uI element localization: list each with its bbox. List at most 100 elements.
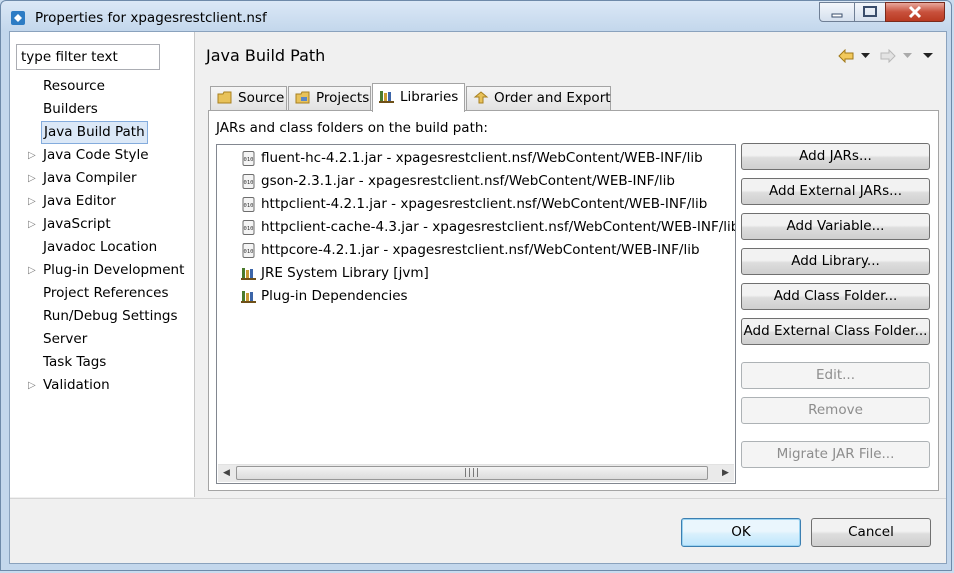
tab-source[interactable]: Source xyxy=(210,86,287,111)
expand-arrow-icon[interactable]: ▷ xyxy=(28,144,38,167)
library-entry-label: httpcore-4.2.1.jar - xpagesrestclient.ns… xyxy=(261,242,700,258)
nav-item[interactable]: Javadoc Location xyxy=(10,236,194,259)
nav-item-label: Java Editor xyxy=(43,193,116,209)
cancel-button[interactable]: Cancel xyxy=(811,518,931,547)
add-external-jars-button[interactable]: Add External JARs... xyxy=(741,178,930,205)
close-icon xyxy=(908,5,922,19)
nav-item-label: Builders xyxy=(43,101,98,117)
library-entry-label: httpclient-4.2.1.jar - xpagesrestclient.… xyxy=(261,196,708,212)
nav-item-label: Project References xyxy=(43,285,169,301)
tab-label: Projects xyxy=(316,90,370,106)
add-variable-button[interactable]: Add Variable... xyxy=(741,213,930,240)
nav-tree: Resource Builders Java Build Path ▷ Java Cod… xyxy=(10,75,194,397)
library-list[interactable]: Plug-in Dependencies JRE System Library [… xyxy=(216,144,736,484)
library-icon xyxy=(241,266,256,281)
projects-icon xyxy=(295,91,310,104)
horizontal-scrollbar[interactable]: ◀ |||| ▶ xyxy=(218,464,734,482)
forward-arrow-icon[interactable] xyxy=(880,49,896,63)
svg-text:010: 010 xyxy=(244,226,254,232)
scroll-right-icon[interactable]: ▶ xyxy=(717,465,734,482)
expand-arrow-icon[interactable]: ▷ xyxy=(28,167,38,190)
app-icon xyxy=(11,11,25,25)
jar-icon: 010 xyxy=(241,197,256,212)
nav-item[interactable]: ▷ Validation xyxy=(10,374,194,397)
library-entry-label: JRE System Library [jvm] xyxy=(261,265,429,281)
expand-arrow-icon[interactable]: ▷ xyxy=(28,213,38,236)
source-folder-icon xyxy=(217,91,232,104)
tab-libraries[interactable]: Libraries xyxy=(372,83,465,112)
tab-projects[interactable]: Projects xyxy=(288,86,371,111)
nav-item[interactable]: ▷ Plug-in Development xyxy=(10,259,194,282)
back-dropdown-icon[interactable] xyxy=(861,53,870,59)
nav-item-label: Java Compiler xyxy=(43,170,137,186)
add-class-folder-button[interactable]: Add Class Folder... xyxy=(741,283,930,310)
nav-item[interactable]: Server xyxy=(10,328,194,351)
page-title: Java Build Path xyxy=(206,46,326,65)
expand-arrow-icon[interactable]: ▷ xyxy=(28,190,38,213)
remove-button[interactable]: Remove xyxy=(741,397,930,424)
order-export-icon xyxy=(473,91,489,104)
nav-item-label: Java Code Style xyxy=(43,147,149,163)
library-entry-label: gson-2.3.1.jar - xpagesrestclient.nsf/We… xyxy=(261,173,675,189)
nav-item-label: Java Build Path xyxy=(41,121,148,144)
nav-item-label: Plug-in Development xyxy=(43,262,185,278)
add-external-class-folder-button[interactable]: Add External Class Folder... xyxy=(741,318,930,345)
jar-icon: 010 xyxy=(241,151,256,166)
nav-item[interactable]: ▷ Java Code Style xyxy=(10,144,194,167)
add-jars-button[interactable]: Add JARs... xyxy=(741,143,930,170)
svg-text:010: 010 xyxy=(244,249,254,255)
libraries-label: JARs and class folders on the build path… xyxy=(216,120,488,136)
jar-icon: 010 xyxy=(241,174,256,189)
migrate-jar-button[interactable]: Migrate JAR File... xyxy=(741,441,930,468)
expand-arrow-icon[interactable]: ▷ xyxy=(28,259,38,282)
library-entry-label: httpclient-cache-4.3.jar - xpagesrestcli… xyxy=(261,219,736,235)
close-button[interactable] xyxy=(885,2,945,22)
nav-item-label: Server xyxy=(43,331,88,347)
libraries-icon xyxy=(379,91,394,103)
libraries-panel: JARs and class folders on the build path… xyxy=(208,110,939,491)
nav-item[interactable]: Run/Debug Settings xyxy=(10,305,194,328)
nav-item-label: JavaScript xyxy=(43,216,111,232)
tab-order-and-export[interactable]: Order and Export xyxy=(466,86,611,111)
preference-nav: ResourceBuildersJava Build Path▷Java Cod… xyxy=(10,32,195,497)
nav-item[interactable]: Java Build Path xyxy=(10,121,194,144)
dialog-client-area: ResourceBuildersJava Build Path▷Java Cod… xyxy=(9,31,947,564)
maximize-button[interactable] xyxy=(854,2,886,22)
footer-separator xyxy=(10,498,946,499)
scroll-thumb[interactable]: |||| xyxy=(236,466,708,480)
scroll-left-icon[interactable]: ◀ xyxy=(218,465,235,482)
title-bar[interactable]: Properties for xpagesrestclient.nsf xyxy=(1,1,951,31)
minimize-button[interactable] xyxy=(819,2,855,22)
expand-arrow-icon[interactable]: ▷ xyxy=(28,374,38,397)
tab-label: Order and Export xyxy=(494,90,611,106)
library-entry-label: fluent-hc-4.2.1.jar - xpagesrestclient.n… xyxy=(261,150,703,166)
nav-item-label: Resource xyxy=(43,78,105,94)
add-library-button[interactable]: Add Library... xyxy=(741,248,930,275)
nav-item-label: Javadoc Location xyxy=(43,239,158,255)
nav-item[interactable]: Project References xyxy=(10,282,194,305)
properties-window: Properties for xpagesrestclient.nsf Reso… xyxy=(0,0,952,571)
jar-icon: 010 xyxy=(241,243,256,258)
nav-item[interactable]: ▷ Java Editor xyxy=(10,190,194,213)
nav-item-label: Run/Debug Settings xyxy=(43,308,178,324)
library-icon xyxy=(241,289,256,304)
maximize-icon xyxy=(863,6,877,17)
forward-dropdown-icon[interactable] xyxy=(903,53,912,59)
svg-text:010: 010 xyxy=(244,157,254,163)
nav-item-label: Validation xyxy=(43,377,110,393)
nav-item[interactable]: Resource xyxy=(10,75,194,98)
nav-item[interactable]: ▷ Java Compiler xyxy=(10,167,194,190)
library-entry-label: Plug-in Dependencies xyxy=(261,288,408,304)
ok-button[interactable]: OK xyxy=(681,518,801,547)
view-menu-icon[interactable] xyxy=(923,53,933,59)
tab-label: Source xyxy=(238,90,285,106)
window-title: Properties for xpagesrestclient.nsf xyxy=(35,10,267,26)
edit-button[interactable]: Edit... xyxy=(741,362,930,389)
nav-item[interactable]: Builders xyxy=(10,98,194,121)
nav-item[interactable]: ▷ JavaScript xyxy=(10,213,194,236)
filter-input[interactable] xyxy=(16,44,160,70)
nav-item-label: Task Tags xyxy=(43,354,107,370)
back-arrow-icon[interactable] xyxy=(838,49,854,63)
tab-label: Libraries xyxy=(400,89,459,105)
nav-item[interactable]: Task Tags xyxy=(10,351,194,374)
